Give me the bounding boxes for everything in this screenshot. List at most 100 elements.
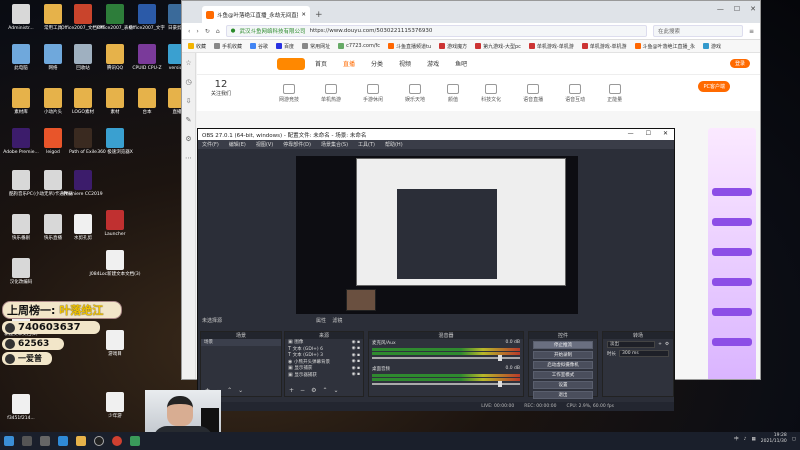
control-button[interactable]: 开始录制	[533, 351, 593, 359]
desktop-icon[interactable]: Administr...	[4, 4, 38, 32]
desktop-icon[interactable]: 汉化改编码	[4, 258, 38, 286]
desktop-icon[interactable]: J084Loc新建文本文档(3)	[90, 250, 140, 278]
maximize-icon[interactable]: ☐	[646, 130, 651, 137]
control-button[interactable]: 设置	[533, 381, 593, 389]
lang-indicator[interactable]: 中	[734, 436, 739, 442]
desktop-icon[interactable]: f3451f214...	[4, 394, 38, 422]
category-item[interactable]: 娱乐天地	[405, 83, 425, 103]
obs-menu-item[interactable]: 帮助(H)	[385, 141, 403, 148]
obs-menu-item[interactable]: 工具(T)	[358, 141, 375, 148]
filters-button[interactable]: 滤镜	[332, 318, 342, 324]
lock-icon[interactable]: ▪	[357, 346, 360, 351]
scene-item[interactable]: 场景	[201, 339, 281, 346]
clock[interactable]: 19:28 2021/11/30	[761, 433, 787, 445]
lock-icon[interactable]: ▪	[357, 340, 360, 345]
login-button[interactable]: 登录	[729, 59, 750, 68]
control-button[interactable]: 停止推流	[533, 341, 593, 349]
bookmark-item[interactable]: 单机游戏-单机游	[528, 43, 574, 50]
refresh-icon[interactable]: ↻	[205, 28, 210, 35]
desktop-icon[interactable]: 素材	[98, 88, 132, 116]
minimize-icon[interactable]: —	[628, 130, 634, 137]
tools-icon[interactable]: ⚙	[185, 135, 191, 143]
bookmark-item[interactable]: 百度	[276, 43, 294, 50]
up-icon[interactable]: ⌃	[322, 387, 327, 394]
desktop-icon[interactable]: 台本	[130, 88, 164, 116]
desktop-icon[interactable]: Office2007_文字	[129, 4, 165, 32]
bookmark-item[interactable]: 单机游戏-单机游	[581, 43, 627, 50]
add-icon[interactable]: +	[658, 342, 662, 347]
new-tab-icon[interactable]: +	[315, 10, 323, 20]
control-button[interactable]: 工作室模式	[533, 371, 593, 379]
obs-menu-item[interactable]: 场景集合(S)	[321, 141, 348, 148]
down-icon[interactable]: ⌄	[238, 387, 243, 394]
site-nav-item[interactable]: 直播	[343, 59, 355, 68]
notification-icon[interactable]: ▢	[792, 437, 796, 442]
site-nav-item[interactable]: 分类	[371, 59, 383, 68]
minimize-icon[interactable]: —	[717, 5, 724, 13]
up-icon[interactable]: ⌃	[227, 387, 232, 394]
side-promo-banner[interactable]	[708, 128, 756, 379]
close-icon[interactable]: ✕	[301, 12, 306, 18]
desktop-icon[interactable]: 快乐直播	[36, 214, 70, 242]
bookmark-item[interactable]: c7723.com/fc	[338, 43, 380, 49]
bookmark-item[interactable]: 斗鱼直播频道tu	[388, 43, 431, 50]
remove-icon[interactable]: −	[300, 387, 305, 394]
desktop-icon[interactable]: Launcher	[98, 210, 132, 238]
close-icon[interactable]: ✕	[663, 130, 668, 137]
menu-icon[interactable]: ≡	[749, 28, 754, 35]
maximize-icon[interactable]: ☐	[734, 5, 740, 13]
obs-menu-item[interactable]: 文件(F)	[202, 141, 219, 148]
desktop-icon[interactable]: Adobe Premie...	[3, 128, 39, 156]
properties-button[interactable]: 属性	[316, 318, 326, 324]
obs-menu-item[interactable]: 编辑(E)	[229, 141, 246, 148]
category-item[interactable]: 颜值	[447, 83, 460, 103]
desktop-icon[interactable]: Office2007_表格	[97, 4, 133, 32]
obs-menu-item[interactable]: 视图(V)	[256, 141, 273, 148]
file-explorer-icon[interactable]	[76, 436, 86, 446]
category-item[interactable]: 手游休闲	[363, 83, 383, 103]
bookmark-item[interactable]: 谷歌	[250, 43, 268, 50]
desktop-icon[interactable]: Path of Exile	[66, 128, 100, 156]
obs-preview[interactable]	[296, 156, 578, 314]
site-nav-item[interactable]: 鱼吧	[455, 59, 467, 68]
category-item[interactable]: 正能量	[607, 83, 622, 103]
desktop-icon[interactable]: 腾讯QQ	[98, 44, 132, 72]
windows-start-icon[interactable]	[4, 436, 14, 446]
app-icon[interactable]	[130, 436, 140, 446]
close-window-icon[interactable]: ✕	[750, 5, 756, 13]
duration-input[interactable]: 300 ms	[619, 350, 669, 357]
desktop-icon[interactable]: 快乐番剧	[4, 214, 38, 242]
desktop-icon[interactable]: CPUID CPU-Z	[130, 44, 164, 72]
chrome-icon[interactable]	[112, 436, 122, 446]
site-nav-item[interactable]: 首页	[315, 59, 327, 68]
desktop-icon[interactable]: 网络	[36, 44, 70, 72]
obs-icon[interactable]	[94, 436, 104, 446]
forward-icon[interactable]: ›	[196, 28, 198, 35]
category-item[interactable]: 语音互动	[565, 83, 585, 103]
category-item[interactable]: 语音直播	[523, 83, 543, 103]
browser-tab[interactable]: 斗鱼@叶落绝江直播_永劫无间直播_斗鱼 ✕	[202, 6, 310, 23]
source-item[interactable]: ◉ 小熊开头弹幕背景 ◉ ▪	[285, 359, 363, 366]
site-nav-item[interactable]: 游戏	[427, 59, 439, 68]
note-icon[interactable]: ✎	[186, 116, 192, 124]
desktop-icon[interactable]: 小动片头	[36, 88, 70, 116]
volume-slider[interactable]	[372, 355, 520, 361]
browser-search[interactable]: 在此搜索	[652, 25, 743, 37]
obs-menu-item[interactable]: 停靠部件(D)	[283, 141, 311, 148]
bookmark-item[interactable]: 斗鱼@叶落绝江直播_永	[634, 43, 695, 50]
browser-icon[interactable]	[58, 436, 68, 446]
bookmark-item[interactable]: 游戏魔方	[439, 43, 467, 50]
add-icon[interactable]: +	[289, 387, 294, 394]
desktop-icon[interactable]: 游戏目	[98, 330, 132, 358]
desktop-icon[interactable]: LOGO素材	[66, 88, 100, 116]
category-item[interactable]: 科技文化	[481, 83, 501, 103]
download-icon[interactable]: ⇩	[186, 97, 192, 105]
desktop-icon[interactable]: 水剪孔剪	[66, 214, 100, 242]
star-icon[interactable]: ☆	[185, 59, 191, 67]
source-item[interactable]: ▣ 显示器捕获 ◉ ▪	[285, 372, 363, 379]
desktop-icon[interactable]: 回收站	[66, 44, 100, 72]
down-icon[interactable]: ⌄	[333, 387, 338, 394]
desktop-icon[interactable]: Premiere CC2019	[63, 170, 103, 198]
lock-icon[interactable]: ▪	[357, 359, 360, 364]
douyu-logo[interactable]	[277, 58, 305, 70]
